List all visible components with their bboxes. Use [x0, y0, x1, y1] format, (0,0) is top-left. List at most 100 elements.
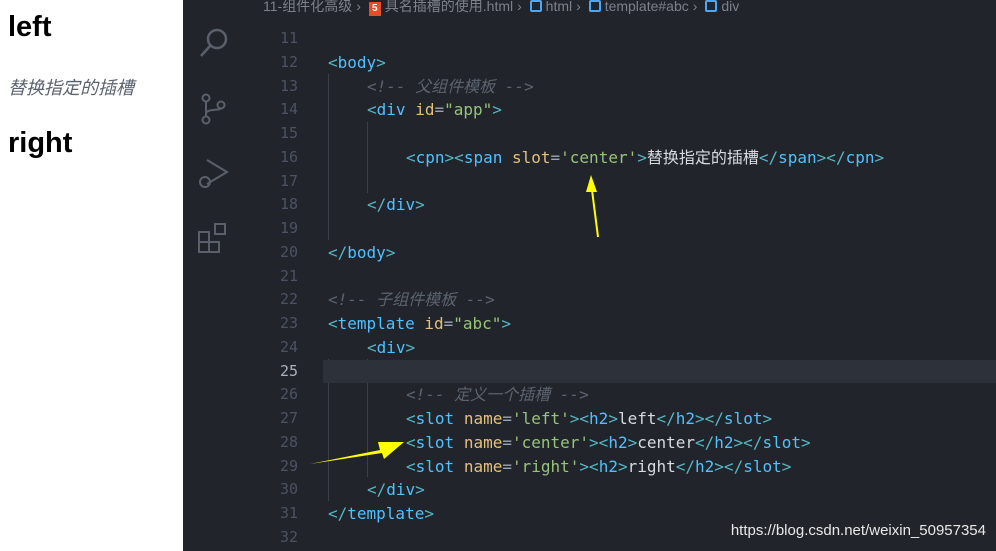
- html5-icon: 5: [368, 2, 381, 16]
- code-token: </: [328, 242, 348, 262]
- element-icon: [588, 0, 601, 12]
- code-line[interactable]: </div>: [328, 478, 996, 502]
- code-token: ></: [695, 409, 724, 428]
- code-token: name: [463, 432, 503, 452]
- code-token: >: [800, 432, 811, 452]
- code-token: left: [617, 409, 657, 428]
- code-line[interactable]: [323, 359, 996, 384]
- line-number: 21: [279, 266, 298, 285]
- code-token: >: [415, 480, 425, 500]
- code-token: h2: [608, 432, 628, 452]
- code-line[interactable]: [328, 122, 996, 146]
- element-icon: [705, 0, 718, 12]
- code-line[interactable]: [328, 170, 996, 194]
- code-token: div: [376, 100, 406, 120]
- source-control-icon[interactable]: [197, 92, 231, 126]
- code-token: =: [434, 100, 445, 120]
- code-line[interactable]: </body>: [328, 241, 996, 265]
- breadcrumb-file[interactable]: 具名插槽的使用.html: [385, 0, 513, 14]
- code-token: name: [463, 456, 503, 476]
- code-line[interactable]: [328, 265, 996, 289]
- code-line[interactable]: <slot name='right'><h2>right</h2></slot>: [328, 455, 996, 479]
- code-token: div: [386, 480, 416, 500]
- code-token: 'center': [560, 147, 638, 167]
- slot-left-heading: left: [8, 11, 52, 43]
- code-line[interactable]: <!-- 父组件模板 -->: [328, 75, 996, 99]
- line-number: 32: [279, 527, 298, 546]
- code-token: </: [367, 195, 387, 215]
- code-line[interactable]: <body>: [328, 51, 996, 75]
- code-token: slot: [723, 409, 763, 428]
- code-token: <: [406, 432, 416, 452]
- code-line[interactable]: <slot name='center'><h2>center</h2></slo…: [328, 431, 996, 455]
- code-token: =: [502, 432, 512, 452]
- code-token: >: [608, 409, 618, 428]
- breadcrumb: 11-组件化高级 › 5 具名插槽的使用.html › html › template#…: [263, 0, 740, 16]
- code-line[interactable]: <!-- 子组件模板 -->: [328, 288, 996, 312]
- code-token: </: [328, 504, 348, 523]
- code-token: id: [415, 100, 435, 120]
- code-token: =: [550, 147, 561, 167]
- code-token: <: [406, 456, 416, 476]
- code-token: >: [762, 409, 773, 428]
- code-token: slot: [743, 456, 782, 476]
- code-token: >: [874, 147, 885, 167]
- line-number: 19: [279, 219, 298, 237]
- breadcrumb-div[interactable]: div: [721, 0, 739, 14]
- element-icon: [529, 0, 542, 12]
- code-token: <: [406, 147, 416, 167]
- code-line[interactable]: </div>: [328, 193, 996, 217]
- search-icon[interactable]: [197, 26, 231, 60]
- code-token: <!-- 父组件模板 -->: [367, 76, 534, 96]
- line-number: 15: [279, 124, 298, 142]
- line-number: 17: [279, 171, 298, 190]
- run-debug-icon[interactable]: [197, 156, 231, 190]
- line-number: 23: [279, 314, 298, 332]
- code-token: ><: [589, 432, 609, 452]
- code-line[interactable]: <template id="abc">: [328, 312, 996, 336]
- code-line[interactable]: [328, 217, 996, 241]
- code-token: 'right': [511, 456, 580, 476]
- slot-center-text: 替换指定的插槽: [8, 78, 134, 98]
- code-token: "abc": [453, 314, 502, 333]
- line-number: 28: [279, 432, 298, 451]
- code-token: slot: [415, 456, 455, 476]
- code-line[interactable]: <!-- 定义一个插槽 -->: [328, 383, 996, 407]
- code-line[interactable]: <div id="app">: [328, 98, 996, 122]
- code-token: name: [463, 409, 503, 428]
- line-number: 20: [279, 242, 298, 261]
- code-token: <: [367, 337, 377, 357]
- code-token: <: [328, 314, 338, 333]
- code-token: slot: [762, 432, 801, 452]
- breadcrumb-template[interactable]: template#abc: [605, 0, 689, 14]
- code-token: <: [367, 100, 377, 120]
- line-number: 31: [279, 504, 298, 522]
- code-token: h2: [714, 432, 734, 452]
- code-token: h2: [675, 409, 696, 428]
- code-token: </: [695, 432, 715, 452]
- code-token: >: [385, 242, 396, 262]
- line-number: 16: [279, 147, 298, 166]
- code-token: div: [376, 337, 406, 357]
- extensions-icon[interactable]: [197, 222, 231, 256]
- code-line[interactable]: <cpn><span slot='center'>替换指定的插槽</span><…: [328, 146, 996, 170]
- line-number: 24: [279, 337, 298, 356]
- breadcrumb-html[interactable]: html: [546, 0, 572, 14]
- code-token: ></: [816, 147, 846, 167]
- line-number: 25: [279, 361, 298, 380]
- code-line[interactable]: [328, 27, 996, 51]
- breadcrumb-folder[interactable]: 11-组件化高级: [263, 0, 352, 14]
- code-token: <: [328, 52, 338, 72]
- code-token: id: [424, 314, 444, 333]
- line-number: 27: [279, 409, 298, 427]
- code-line[interactable]: <slot name='left'><h2>left</h2></slot>: [328, 407, 996, 431]
- activity-bar: [183, 0, 243, 551]
- line-number: 14: [279, 100, 298, 119]
- code-token: >: [627, 432, 638, 452]
- line-number: 13: [279, 76, 298, 95]
- code-line[interactable]: <div>: [328, 336, 996, 360]
- code-token: >: [415, 195, 425, 215]
- code-area[interactable]: <body> <!-- 父组件模板 --> <div id="app"> <cpn><…: [323, 27, 996, 550]
